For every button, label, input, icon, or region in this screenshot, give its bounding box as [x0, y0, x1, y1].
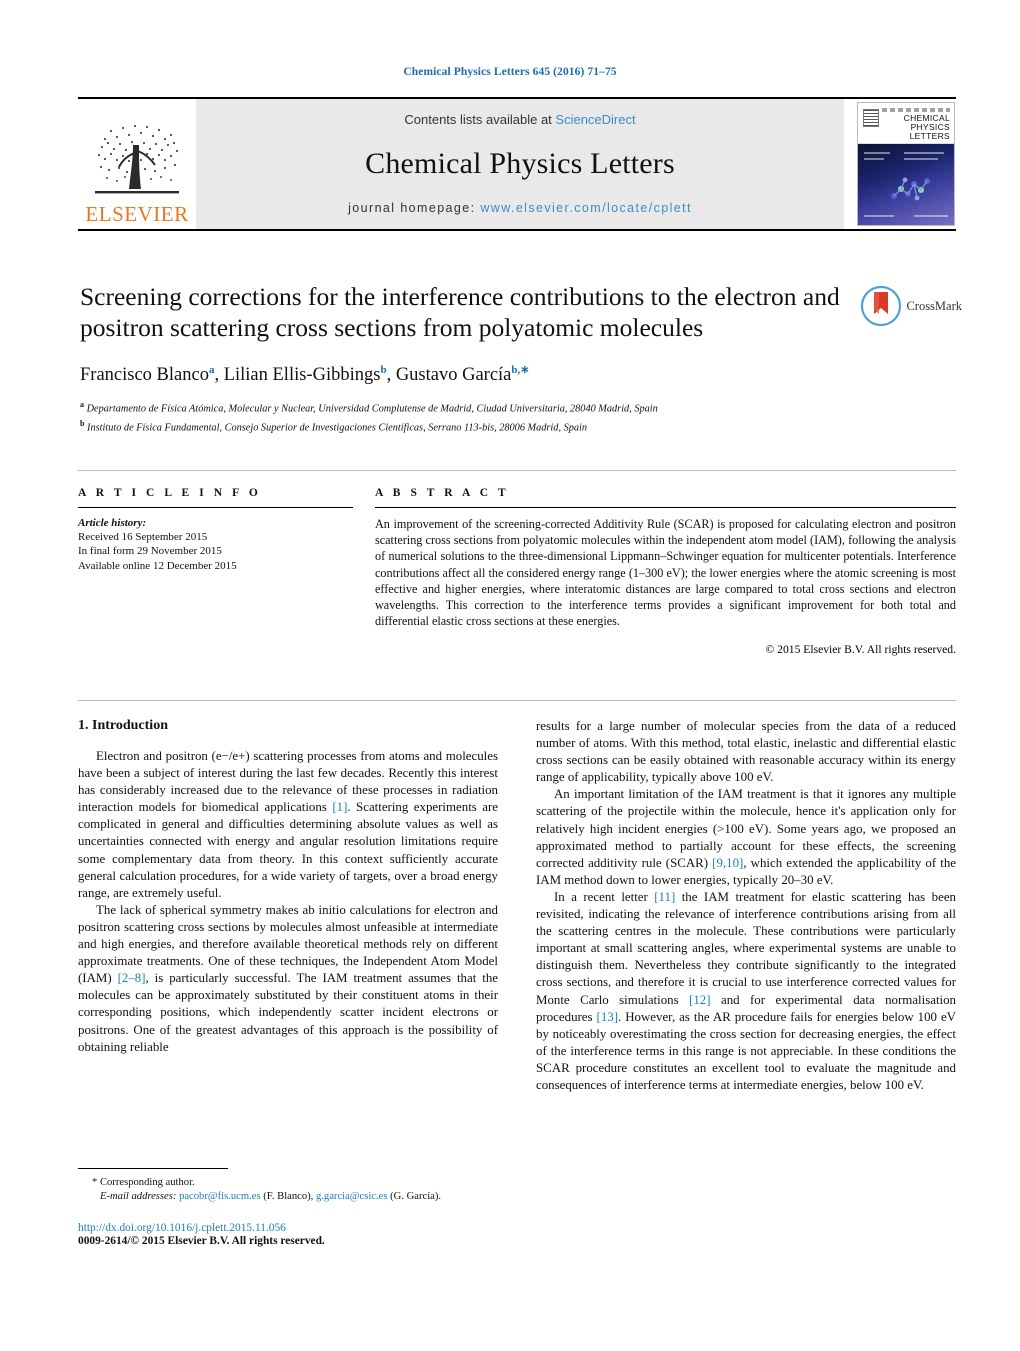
abstract-copyright: © 2015 Elsevier B.V. All rights reserved… — [765, 643, 956, 657]
email-link-garcia[interactable]: g.garcia@csic.es — [316, 1191, 388, 1202]
author-list: Francisco Blancoa, Lilian Ellis-Gibbings… — [80, 363, 870, 386]
abstract-column: A B S T R A C T An improvement of the sc… — [375, 487, 956, 656]
abstract-rule — [375, 507, 956, 508]
article-info-heading: A R T I C L E I N F O — [78, 487, 262, 499]
corresponding-author-text: * Corresponding author. — [92, 1177, 195, 1188]
email-owner-blanco: (F. Blanco), — [260, 1191, 316, 1202]
affiliation-list: a Departamento de Física Atómica, Molecu… — [80, 398, 870, 436]
divider-above-body — [78, 700, 956, 701]
corresponding-author-note: * Corresponding author. E-mail addresses… — [78, 1176, 498, 1204]
author-separator: , — [386, 365, 396, 386]
masthead-center: Contents lists available at ScienceDirec… — [196, 99, 844, 229]
contents-available-line: Contents lists available at ScienceDirec… — [404, 112, 635, 127]
footer-doi-block: http://dx.doi.org/10.1016/j.cplett.2015.… — [78, 1222, 325, 1247]
author-separator: , — [214, 365, 224, 386]
section-heading-introduction: 1. Introduction — [78, 718, 168, 733]
paragraph: An important limitation of the IAM treat… — [536, 787, 957, 887]
crossmark-badge[interactable]: CrossMark — [861, 286, 962, 326]
divider-above-info — [78, 470, 956, 471]
author-affil-mark: b,∗ — [511, 364, 530, 376]
body-column-left: 1. Introduction Electron and positron (e… — [78, 718, 498, 1094]
article-history-label: Article history: — [78, 517, 147, 529]
affiliation-item: a Departamento de Física Atómica, Molecu… — [80, 398, 870, 417]
affiliation-text: Departamento de Física Atómica, Molecula… — [86, 403, 658, 415]
journal-homepage-line: journal homepage: www.elsevier.com/locat… — [348, 201, 692, 215]
author-name[interactable]: Francisco Blanco — [80, 365, 209, 385]
abstract-text: An improvement of the screening-correcte… — [375, 517, 956, 629]
body-column-right: results for a large number of molecular … — [536, 718, 956, 1094]
paragraph: In a recent letter [11] the IAM treatmen… — [536, 889, 956, 1092]
affiliation-mark: a — [80, 400, 84, 410]
history-available-online: Available online 12 December 2015 — [78, 559, 237, 572]
article-info-column: A R T I C L E I N F O Article history: R… — [78, 487, 353, 656]
email-label: E-mail addresses: — [100, 1191, 177, 1202]
elsevier-wordmark: ELSEVIER — [85, 202, 189, 226]
abstract-heading: A B S T R A C T — [375, 487, 510, 499]
crossmark-label: CrossMark — [906, 298, 962, 313]
contents-prefix: Contents lists available at — [404, 112, 556, 127]
email-owner-garcia: (G. García). — [387, 1191, 442, 1202]
crossmark-icon — [861, 286, 902, 326]
info-abstract-section: A R T I C L E I N F O Article history: R… — [78, 487, 956, 656]
affiliation-item: b Instituto de Física Fundamental, Conse… — [80, 417, 870, 436]
cover-molecule-icon — [891, 177, 930, 201]
history-final-form: In final form 29 November 2015 — [78, 545, 222, 558]
sciencedirect-link[interactable]: ScienceDirect — [555, 112, 635, 127]
journal-masthead: ELSEVIER Contents lists available at Sci… — [78, 97, 956, 231]
email-link-blanco[interactable]: pacobr@fis.ucm.es — [179, 1191, 261, 1202]
citation-link[interactable]: [1] — [332, 800, 347, 814]
cover-journal-title: CHEMICAL PHYSICS LETTERS — [903, 113, 950, 141]
elsevier-logo: ELSEVIER — [78, 99, 196, 229]
affiliation-mark: b — [80, 419, 85, 429]
footnote-divider — [78, 1168, 228, 1169]
homepage-prefix: journal homepage: — [348, 201, 481, 215]
cover-header-text — [882, 108, 950, 112]
journal-cover-thumbnail: CHEMICAL PHYSICS LETTERS — [856, 99, 956, 229]
paper-page: Chemical Physics Letters 645 (2016) 71–7… — [0, 0, 1020, 1351]
issn-copyright-line: 0009-2614/© 2015 Elsevier B.V. All right… — [78, 1235, 325, 1247]
article-info-rule — [78, 507, 353, 508]
journal-title: Chemical Physics Letters — [365, 147, 675, 180]
paragraph: results for a large number of molecular … — [536, 719, 956, 785]
cover-publisher-mark — [863, 109, 879, 127]
author-name[interactable]: Gustavo García — [396, 365, 512, 385]
article-body: 1. Introduction Electron and positron (e… — [78, 718, 956, 1094]
history-received: Received 16 September 2015 — [78, 531, 208, 544]
homepage-url-link[interactable]: www.elsevier.com/locate/cplett — [480, 201, 692, 215]
citation-link[interactable]: [2–8] — [118, 971, 146, 985]
citation-link[interactable]: [11] — [654, 890, 675, 904]
footnote-area: * Corresponding author. E-mail addresses… — [78, 1168, 498, 1204]
paragraph: The lack of spherical symmetry makes ab … — [78, 902, 498, 1054]
citation-link[interactable]: [12] — [689, 993, 710, 1007]
doi-link[interactable]: http://dx.doi.org/10.1016/j.cplett.2015.… — [78, 1222, 325, 1234]
elsevier-tree-icon — [95, 124, 179, 194]
citation-link[interactable]: [9,10] — [712, 856, 743, 870]
running-head: Chemical Physics Letters 645 (2016) 71–7… — [403, 66, 617, 78]
article-history: Article history: Received 16 September 2… — [78, 516, 353, 573]
page-title: Screening corrections for the interferen… — [80, 282, 840, 342]
citation-link[interactable]: [13] — [597, 1010, 618, 1024]
affiliation-text: Instituto de Física Fundamental, Consejo… — [87, 422, 588, 434]
author-name[interactable]: Lilian Ellis-Gibbings — [224, 365, 381, 385]
title-block: Screening corrections for the interferen… — [80, 281, 870, 436]
paragraph: Electron and positron (e−/e+) scattering… — [78, 749, 499, 900]
